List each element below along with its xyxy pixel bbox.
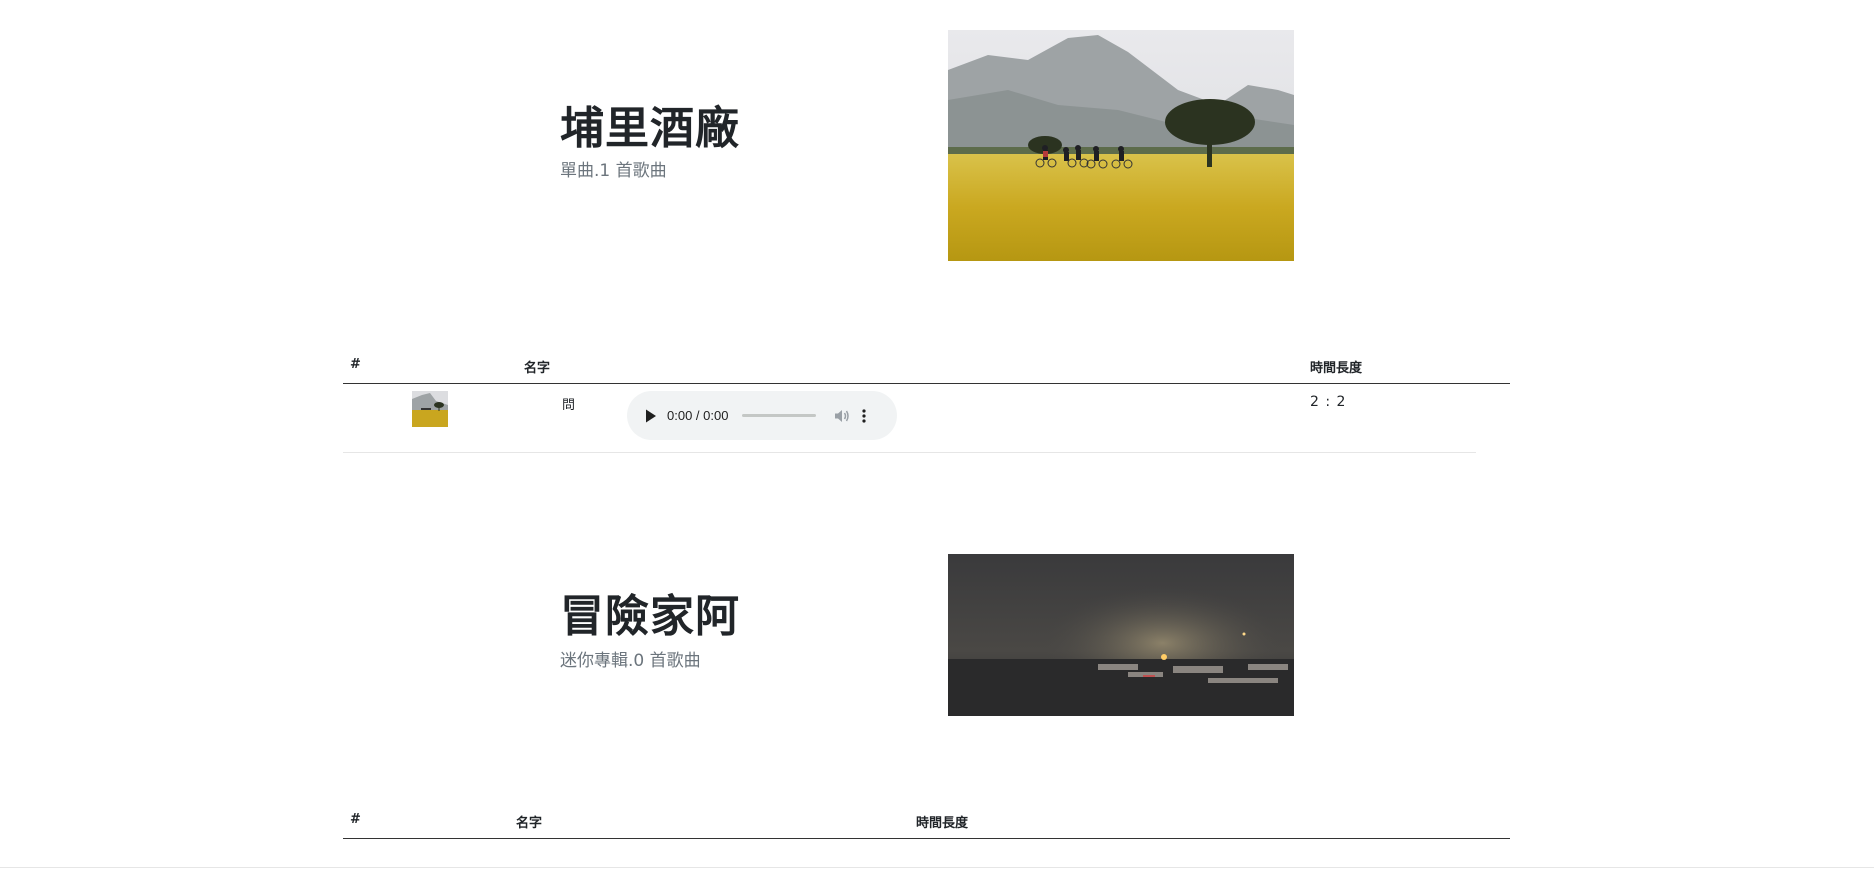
audio-time-separator: / — [692, 408, 704, 423]
track-duration: 2 : 2 — [1310, 394, 1347, 410]
audio-time: 0:00 / 0:00 — [667, 408, 728, 423]
page: 埔里酒廠 單曲.1 首歌曲 # 名字 時間長度 問 0:00 / 0:00 2 … — [0, 0, 1874, 882]
album-subtitle: 迷你專輯.0 首歌曲 — [560, 651, 701, 671]
album-title: 埔里酒廠 — [560, 103, 740, 154]
audio-total-time: 0:00 — [703, 408, 729, 423]
play-icon[interactable] — [645, 409, 657, 423]
album-cover-image — [948, 554, 1294, 716]
table-header-divider — [343, 838, 1510, 839]
table-header-divider — [343, 383, 1510, 384]
column-header-index: # — [350, 812, 361, 827]
album-subtitle: 單曲.1 首歌曲 — [560, 161, 667, 181]
column-header-duration: 時間長度 — [1310, 361, 1363, 376]
column-header-name: 名字 — [524, 361, 551, 376]
audio-progress-bar[interactable] — [742, 414, 817, 417]
column-header-index: # — [350, 357, 361, 372]
audio-current-time: 0:00 — [667, 408, 693, 423]
table-row-divider — [343, 452, 1476, 453]
track-thumbnail — [412, 391, 448, 427]
album-title: 冒險家阿 — [560, 591, 740, 642]
volume-icon[interactable] — [834, 408, 850, 424]
column-header-duration: 時間長度 — [916, 816, 969, 831]
column-header-name: 名字 — [516, 816, 543, 831]
audio-player[interactable]: 0:00 / 0:00 — [627, 391, 897, 440]
more-vertical-icon[interactable] — [862, 408, 867, 423]
track-name: 問 — [562, 398, 576, 413]
page-bottom-divider — [0, 867, 1874, 868]
album-cover-image — [948, 30, 1294, 261]
